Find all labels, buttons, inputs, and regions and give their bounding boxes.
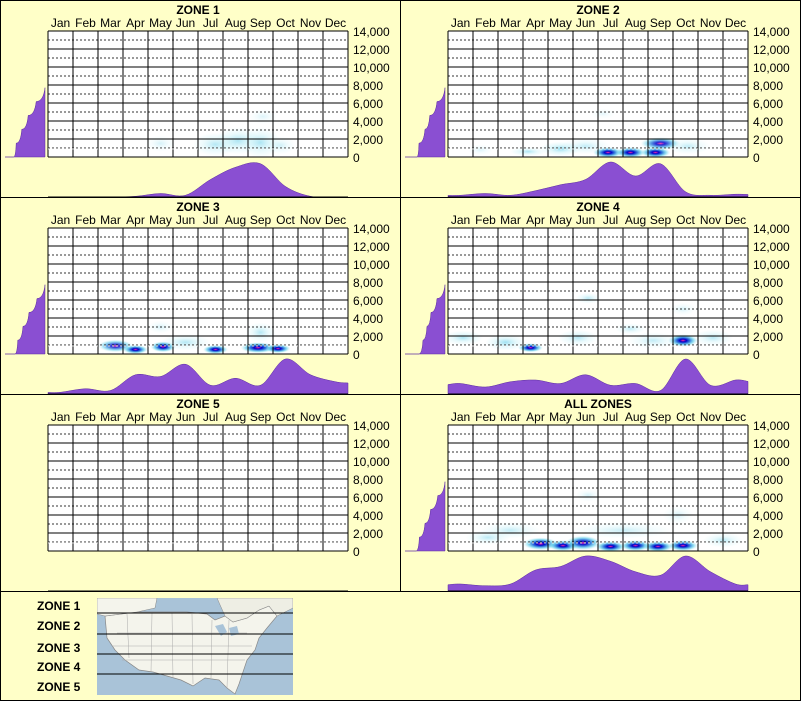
usa-map-icon <box>97 598 293 695</box>
heat-blob <box>665 138 711 155</box>
heat-blob <box>670 302 696 316</box>
heat-blob <box>480 522 541 539</box>
heat-blob <box>693 329 733 346</box>
legend-zone-5-label: ZONE 5 <box>37 680 81 694</box>
elevation-distribution-area <box>405 284 446 355</box>
heat-blob <box>160 334 211 351</box>
monthly-distribution-area <box>47 358 349 395</box>
chart-panel: ZONE 4 Jan Feb Mar Apr May Jun Jul Aug Sep Oct Nov D… <box>400 197 801 395</box>
chart-panel: ALL ZONES Jan Feb Mar Apr May Jun Jul Aug Sep Oct N… <box>400 394 801 592</box>
panel-plot <box>405 227 749 395</box>
panel-plot <box>47 424 349 592</box>
heat-blob <box>448 330 483 345</box>
heat-blob <box>558 329 598 346</box>
elevation-distribution-area <box>405 481 446 552</box>
heat-blob <box>560 138 611 155</box>
panel-plot <box>405 424 749 592</box>
heat-blob <box>245 322 276 343</box>
monthly-distribution-area <box>447 358 749 395</box>
legend-zone-3-label: ZONE 3 <box>37 641 81 655</box>
panel-plot <box>5 227 349 395</box>
panel-plot <box>5 30 349 198</box>
heat-blob <box>565 535 601 551</box>
heat-blob <box>575 488 601 502</box>
heat-blob <box>575 292 601 304</box>
heat-blob <box>590 108 616 120</box>
chart-panel: ZONE 2 Jan Feb Mar Apr May Jun Jul Aug Sep Oct Nov D… <box>400 0 801 198</box>
monthly-distribution-area <box>48 162 349 198</box>
chart-panel: ZONE 3 Jan Feb Mar Apr May Jun Jul Aug Sep Oct Nov D… <box>0 197 401 395</box>
panel-plot <box>405 30 749 198</box>
monthly-distribution-area <box>447 161 749 198</box>
legend-zone-2-label: ZONE 2 <box>37 619 81 633</box>
chart-panel: ZONE 5 Jan Feb Mar Apr May Jun Jul Aug Sep Oct Nov D… <box>0 394 401 592</box>
elevation-distribution-area <box>5 87 46 158</box>
legend-zone-4-label: ZONE 4 <box>37 660 81 674</box>
heat-blob <box>468 144 493 156</box>
legend-zone-1-label: ZONE 1 <box>37 599 81 613</box>
chart-panel: ZONE 1 Jan Feb Mar Apr May Jun Jul Aug Sep Oct Nov D… <box>0 0 401 198</box>
monthly-distribution-area <box>447 555 749 592</box>
heat-blob <box>615 323 646 335</box>
elevation-distribution-area <box>5 284 46 355</box>
zone-legend: ZONE 1 ZONE 2 ZONE 3 ZONE 4 ZONE 5 <box>0 591 801 701</box>
elevation-distribution-area <box>405 87 446 158</box>
